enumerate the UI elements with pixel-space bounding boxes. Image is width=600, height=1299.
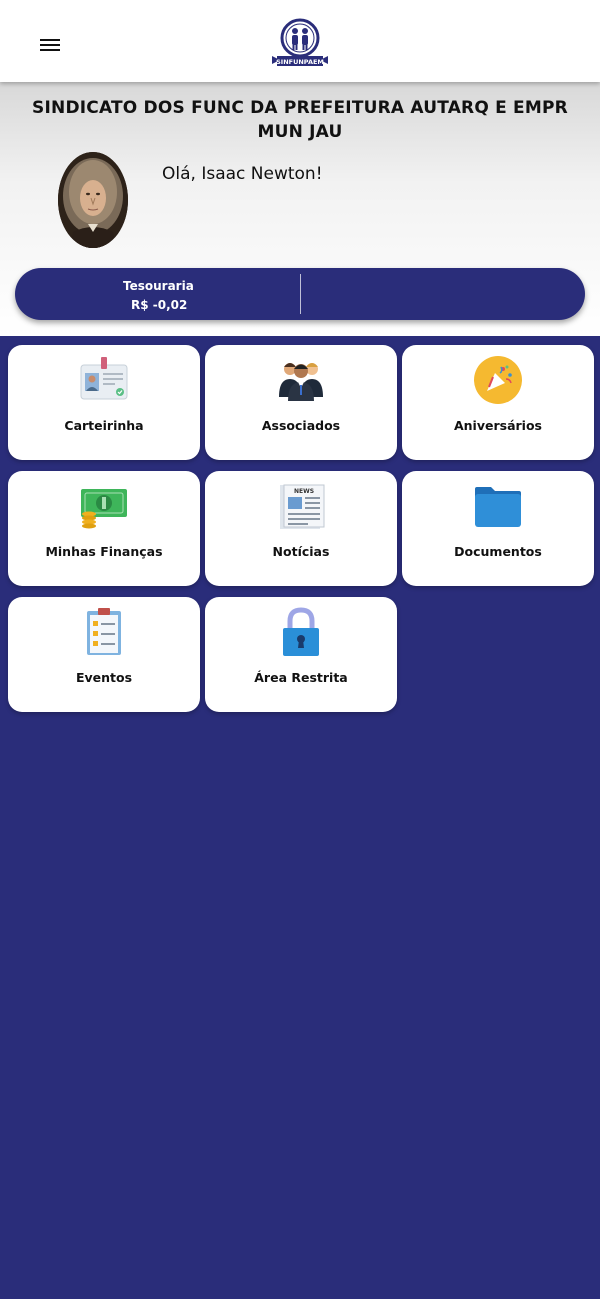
- avatar: [58, 152, 128, 248]
- menu-item-label: Documentos: [454, 544, 542, 559]
- logo: SINFUNPAEM: [272, 18, 328, 66]
- menu-item-label: Carteirinha: [64, 418, 144, 433]
- svg-text:SINFUNPAEM: SINFUNPAEM: [276, 58, 324, 66]
- menu-item-label: Notícias: [272, 544, 330, 559]
- folder-icon: [475, 487, 521, 527]
- newspaper-icon: NEWS: [280, 484, 325, 529]
- menu-item-label: Área Restrita: [254, 670, 348, 685]
- menu-item-aniversarios[interactable]: Aniversários: [402, 345, 594, 460]
- menu-item-label: Aniversários: [453, 418, 542, 433]
- treasury-summary[interactable]: Tesouraria R$ -0,02: [15, 268, 585, 320]
- menu-item-associados[interactable]: Associados: [205, 345, 397, 460]
- menu-item-noticias[interactable]: NEWS Notícias: [205, 471, 397, 586]
- treasury-label: Tesouraria: [123, 279, 194, 293]
- profile-header: SINDICATO DOS FUNC DA PREFEITURA AUTARQ …: [0, 82, 600, 336]
- menu-item-eventos[interactable]: Eventos: [8, 597, 200, 712]
- menu-item-carteirinha[interactable]: Carteirinha: [8, 345, 200, 460]
- menu-item-area-restrita[interactable]: Área Restrita: [205, 597, 397, 712]
- treasury-value: R$ -0,02: [131, 298, 188, 312]
- menu-grid: Carteirinha Associados Aniversários Minh…: [8, 345, 594, 712]
- organization-title: SINDICATO DOS FUNC DA PREFEITURA AUTARQ …: [32, 98, 568, 142]
- id-card-icon: [80, 357, 128, 400]
- menu-item-label: Associados: [261, 418, 341, 433]
- divider: [300, 274, 301, 314]
- greeting-text: Olá, Isaac Newton!: [162, 164, 323, 184]
- menu-item-documentos[interactable]: Documentos: [402, 471, 594, 586]
- money-icon: [81, 489, 127, 529]
- hamburger-menu-icon[interactable]: [36, 30, 64, 60]
- top-bar: SINFUNPAEM: [0, 0, 600, 82]
- party-popper-icon: [474, 356, 522, 404]
- menu-item-label: Minhas Finanças: [45, 544, 163, 559]
- lock-icon: [283, 607, 319, 656]
- checklist-icon: [87, 608, 121, 655]
- menu-item-minhas-financas[interactable]: Minhas Finanças: [8, 471, 200, 586]
- people-icon: [279, 363, 323, 401]
- svg-text:NEWS: NEWS: [294, 488, 314, 495]
- menu-item-label: Eventos: [75, 670, 133, 685]
